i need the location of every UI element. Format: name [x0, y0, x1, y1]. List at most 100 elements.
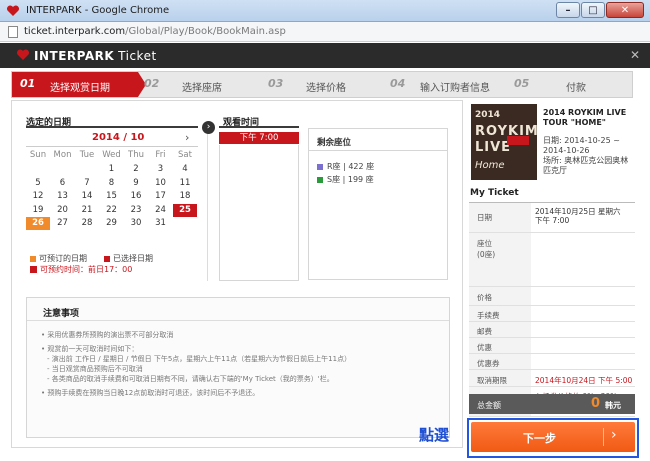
- minimize-icon: –: [565, 5, 571, 16]
- total-amount: 0: [591, 396, 601, 411]
- calendar-day: 20: [57, 204, 68, 215]
- row-key: 邮费: [477, 327, 492, 336]
- calendar-day: 13: [57, 191, 68, 202]
- logo-sub: Ticket: [118, 49, 157, 63]
- show-date: 日期: 2014-10-25 ~ 2014-10-26: [543, 136, 620, 155]
- step-number: 05: [514, 77, 530, 90]
- notice-item: • 采用优惠券所预购的演出票不可部分取消: [41, 331, 174, 339]
- url-text[interactable]: ticket.interpark.com/Global/Play/Book/Bo…: [24, 26, 286, 37]
- weekday-header: Sun: [29, 150, 47, 160]
- ticket-row-date: 日期 2014年10月25日 星期六 下午 7:00: [469, 203, 635, 233]
- row-value: 2014年10月24日 下午 5:00: [535, 376, 633, 385]
- calendar-day: 12: [32, 191, 44, 202]
- calendar-day: 8: [108, 177, 115, 188]
- my-ticket-title: My Ticket: [470, 188, 519, 198]
- poster-line2: LIVE: [475, 140, 512, 155]
- booking-steps: 01 选择观赏日期 02 选择座席 03 选择价格 04 输入订购者信息 05 …: [11, 71, 633, 98]
- calendar-day: 1: [108, 164, 115, 174]
- ticket-row-fee: 手续费: [469, 306, 635, 322]
- notice-title: 注意事项: [43, 309, 80, 319]
- step-label: 选择座席: [182, 83, 222, 94]
- step-label: 付款: [566, 83, 586, 94]
- poster-stripe: [507, 136, 529, 145]
- month-slash: /: [123, 132, 127, 143]
- calendar-day: 17: [155, 191, 166, 202]
- chevron-right-icon: ›: [611, 427, 617, 443]
- seat-s-swatch: [317, 176, 323, 183]
- calendar-day: 23: [130, 204, 142, 215]
- calendar-day: 28: [81, 218, 93, 229]
- ticket-row-postage: 邮费: [469, 322, 635, 338]
- weekday-header: Wed: [102, 150, 121, 160]
- calendar-day: 29: [106, 218, 117, 229]
- month-label: 2014 / 10: [92, 132, 144, 143]
- total-unit: 韩元: [605, 401, 621, 410]
- notice-item: • 观赏前一天可取消时间如下：: [41, 345, 139, 353]
- available-swatch: [30, 255, 36, 262]
- next-step-button[interactable]: 下一步 ›: [471, 422, 635, 452]
- column-divider: [207, 131, 208, 281]
- calendar-day: 15: [106, 191, 117, 202]
- legend-selected-label: 已选择日期: [113, 254, 153, 263]
- calendar-day: 9: [133, 177, 139, 188]
- step-select-date[interactable]: 01 选择观赏日期: [12, 72, 138, 97]
- total-amount-bar: 总金额 0 韩元: [469, 394, 635, 414]
- row-key: 手续费: [477, 311, 500, 320]
- url-host: ticket.interpark.com: [24, 26, 126, 37]
- row-value-time: 下午 7:00: [535, 216, 570, 225]
- step-label: 选择观赏日期: [50, 83, 110, 94]
- legend-available: 可预订的日期: [30, 253, 87, 264]
- interpark-heart-icon: [6, 5, 20, 16]
- weekday-header: Fri: [155, 150, 166, 160]
- logo-text: INTERPARK: [34, 49, 115, 63]
- showtime-title-underline: [219, 126, 299, 128]
- weekday-header: Tue: [79, 150, 95, 160]
- address-bar[interactable]: ticket.interpark.com/Global/Play/Book/Bo…: [0, 22, 650, 42]
- popup-close-icon[interactable]: ✕: [630, 48, 640, 62]
- close-window-button[interactable]: ✕: [606, 2, 644, 18]
- show-venue: 场所: 奥林匹克公园奥林匹克厅: [543, 156, 629, 175]
- row-key: 日期: [477, 213, 492, 222]
- next-button-divider: [603, 428, 604, 446]
- show-poster: 2014 ROYKIM LIVE Home: [471, 104, 537, 180]
- maximize-button[interactable]: □: [581, 2, 605, 18]
- calendar-day: 24: [155, 204, 166, 215]
- show-info: 日期: 2014-10-25 ~ 2014-10-26 场所: 奥林匹克公园奥林…: [543, 136, 635, 176]
- summary-panel: 2014 ROYKIM LIVE Home 2014 ROYKIM LIVE T…: [467, 100, 637, 418]
- page-icon: [8, 26, 18, 38]
- calendar-day: 21: [81, 204, 93, 215]
- my-ticket-table: 日期 2014年10月25日 星期六 下午 7:00 座位 (0座) 价格 手续…: [469, 202, 635, 417]
- showtime-list: [219, 145, 299, 281]
- calendar-day: 6: [59, 177, 66, 188]
- total-label: 总金额: [477, 401, 501, 410]
- ticket-row-price: 价格: [469, 287, 635, 306]
- ticket-row-discount: 优惠: [469, 338, 635, 354]
- notice-item: - 各类商品的取消手续费和可取消日期有不同，请确认右下端的'My Ticket（…: [47, 375, 334, 383]
- remaining-seats-title: 剩余座位: [317, 138, 352, 148]
- notice-divider: [27, 320, 449, 321]
- calendar-divider: [26, 146, 198, 147]
- seat-r-swatch: [317, 163, 323, 170]
- step-number: 02: [144, 77, 160, 90]
- step-buyer-info: 04 输入订购者信息: [386, 72, 512, 97]
- calendar-day: 7: [84, 177, 90, 188]
- calendar-day: 22: [106, 204, 117, 215]
- remaining-seats-box: 剩余座位 R座 | 422 座 S座 | 199 座: [308, 128, 448, 280]
- notice-item: - 当日观赏商品预购后不可取消: [47, 365, 143, 373]
- minimize-button[interactable]: –: [556, 2, 580, 18]
- step-select-seat: 02 选择座席: [142, 72, 262, 97]
- step-label: 输入订购者信息: [420, 83, 490, 94]
- legend-available-label: 可预订的日期: [39, 254, 87, 263]
- calendar-day: 31: [155, 218, 166, 229]
- calendar-day: 5: [35, 177, 41, 188]
- showtime-slot[interactable]: 下午 7:00: [219, 132, 299, 144]
- calendar-year: 2014: [92, 132, 120, 143]
- calendar-day[interactable]: 25: [173, 203, 197, 217]
- remaining-seats-header: 剩余座位: [309, 129, 447, 151]
- seat-row-s: S座 | 199 座: [317, 174, 374, 185]
- calendar-day[interactable]: 26: [26, 217, 50, 231]
- calendar-day: 16: [130, 191, 142, 202]
- next-month-icon[interactable]: ›: [185, 131, 189, 144]
- step-number: 04: [390, 77, 406, 90]
- arrow-right-icon: ›: [202, 121, 215, 134]
